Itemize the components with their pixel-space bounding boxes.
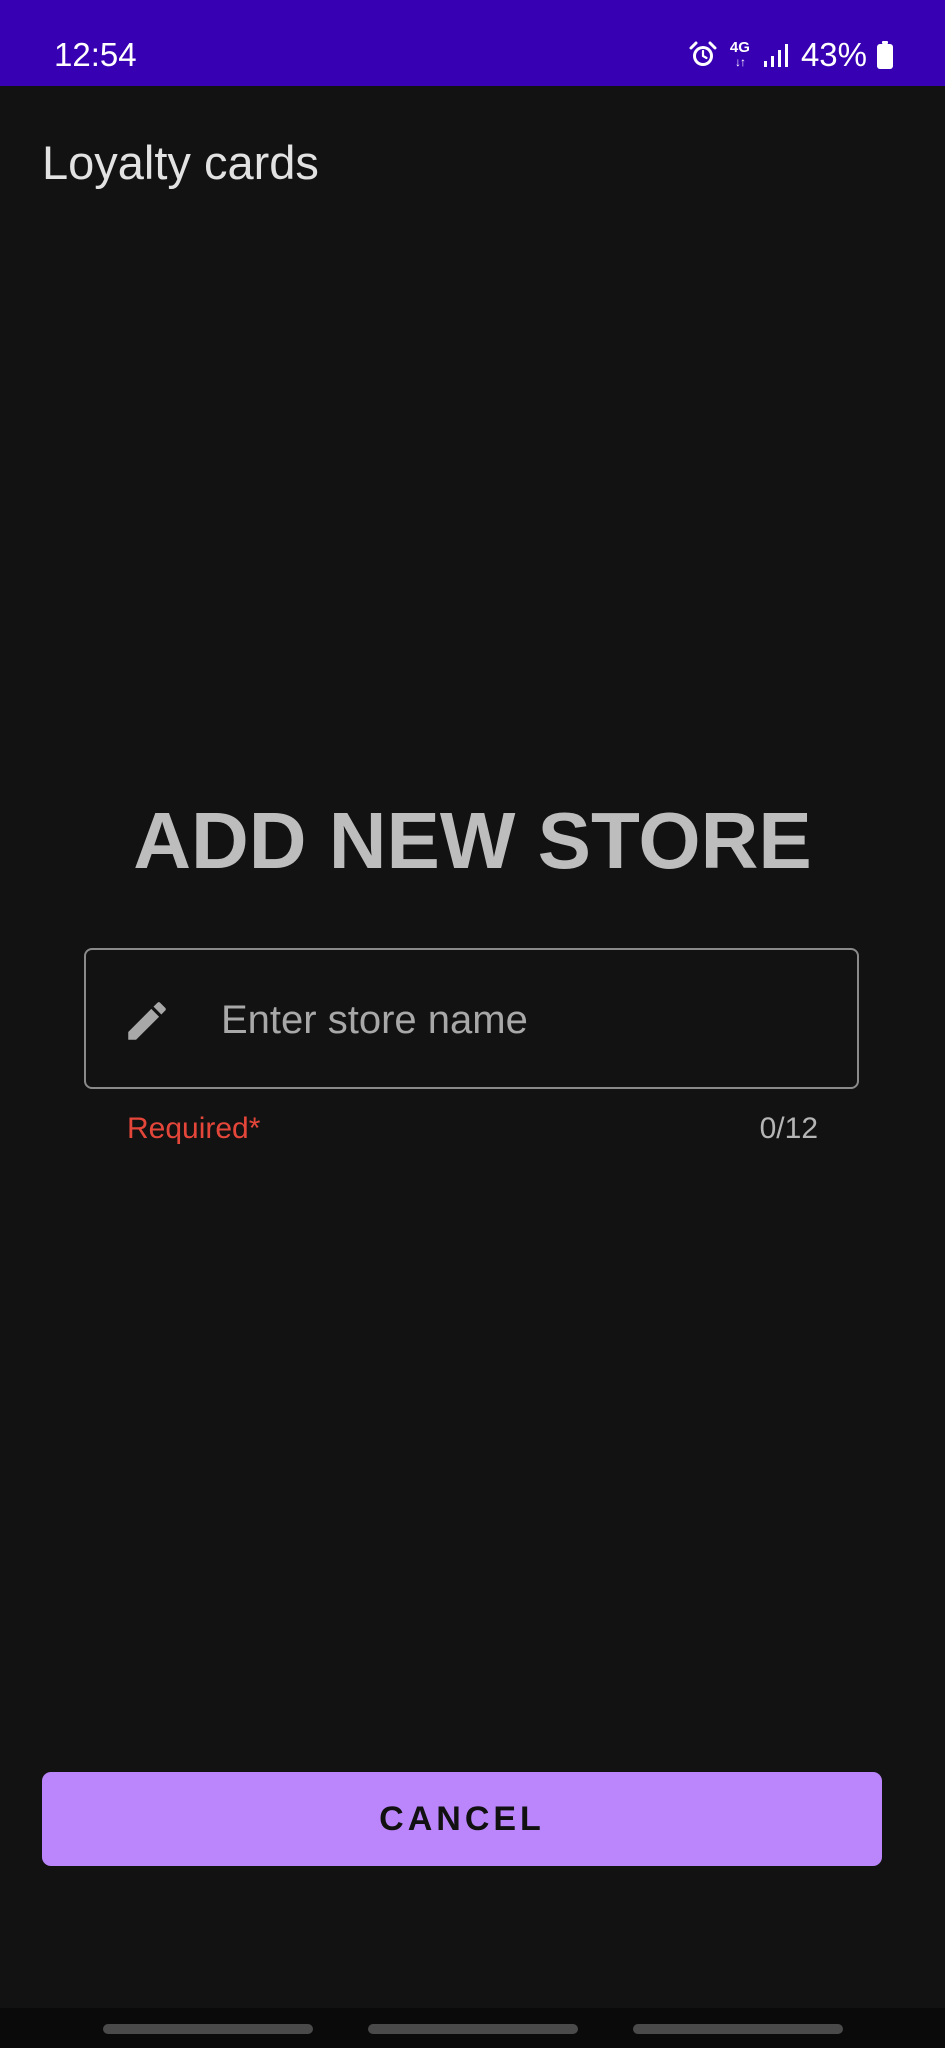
add-store-heading: ADD NEW STORE (133, 796, 812, 885)
alarm-icon (689, 41, 717, 69)
pencil-icon (122, 996, 172, 1046)
battery-percent: 43% (800, 36, 867, 73)
network-type-label: 4G (729, 39, 750, 56)
page-title: Loyalty cards (42, 136, 319, 189)
status-bar: 12:54 4G ↓↑ 43% (0, 0, 945, 86)
nav-home-handle[interactable] (368, 2024, 578, 2034)
store-name-input[interactable] (221, 980, 821, 1060)
signal-icon (763, 42, 789, 68)
character-counter: 0/12 (759, 1112, 818, 1145)
nav-back-handle[interactable] (633, 2024, 843, 2034)
status-time: 12:54 (54, 36, 137, 73)
system-nav-bar (0, 2008, 945, 2048)
network-activity-icon: ↓↑ (734, 55, 746, 69)
network-type-indicator: 4G ↓↑ (727, 39, 753, 69)
store-name-field[interactable] (84, 948, 859, 1089)
cancel-button[interactable]: CANCEL (42, 1772, 882, 1866)
nav-recent-apps-handle[interactable] (103, 2024, 313, 2034)
battery-icon (877, 41, 893, 69)
status-indicators: 4G ↓↑ 43% (689, 33, 893, 77)
required-helper-text: Required* (127, 1112, 261, 1145)
